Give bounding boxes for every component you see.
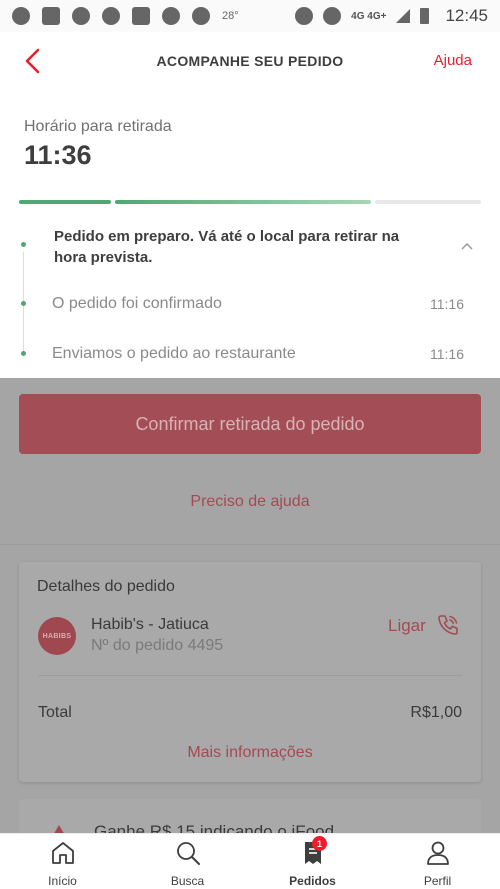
pickup-time-value: 11:36 [24,140,92,170]
call-restaurant-button[interactable]: Ligar [388,616,426,636]
chevron-up-icon[interactable] [461,242,473,250]
whatsapp-icon [12,7,30,25]
home-icon [51,842,74,864]
divider [38,675,462,676]
back-arrow-icon[interactable] [22,48,46,74]
timeline-step-text: Enviamos o pedido ao restaurante [52,345,296,362]
page-title: ACOMPANHE SEU PEDIDO [156,53,344,69]
nav-label: Início [48,874,77,888]
referral-promo-text: Ganhe R$ 15 indicando o iFood [94,822,335,833]
gallery-icon [102,7,120,25]
order-number: Nº do pedido 4495 [91,637,224,654]
progress-segment-pending [375,200,481,204]
nav-label: Busca [170,874,205,888]
signal-icon [396,9,411,23]
image-icon [132,7,150,25]
progress-segment-in-progress [115,200,371,204]
status-bar: 28° 4G 4G+ 12:45 [0,0,500,32]
nav-label: Perfil [423,874,452,888]
search-icon [176,842,200,865]
timeline-step-time: 11:16 [430,346,464,362]
network-text: 4G 4G+ [351,10,387,22]
alarm-icon [323,7,342,25]
messenger-icon [72,7,90,25]
yahoo-icon [162,7,180,25]
nav-item-perfil[interactable]: Perfil [375,834,500,889]
more-info-link[interactable]: Mais informações [0,744,500,762]
do-not-disturb-icon [295,7,314,25]
bottom-navigation: Início Busca 1 Pedidos Perfil [0,833,500,889]
nav-label: Pedidos [289,874,336,888]
divider [0,544,500,545]
phone-icon[interactable] [436,613,460,637]
timeline-dot [21,351,26,356]
current-status-text: Pedido em preparo. Vá até o local para r… [54,228,400,266]
order-progress-bar [19,200,481,204]
total-label: Total [38,704,72,721]
nav-item-inicio[interactable]: Início [0,834,125,889]
promo-icon [54,825,64,833]
nav-item-pedidos[interactable]: 1 Pedidos [250,834,375,889]
gesture-icon [192,7,210,25]
timeline-dot [21,242,26,247]
progress-segment-complete [19,200,111,204]
clock-text: 12:45 [445,6,488,25]
timeline-dot [21,301,26,306]
restaurant-logo: HABIBS [38,617,76,655]
mail-icon [42,7,60,25]
timeline-step-text: O pedido foi confirmado [52,295,222,312]
pickup-time-label: Horário para retirada [24,118,172,135]
confirm-pickup-button[interactable]: Confirmar retirada do pedido [19,394,481,454]
timeline-step-time: 11:16 [430,296,464,312]
help-link[interactable]: Ajuda [434,52,472,69]
orders-badge: 1 [312,836,327,851]
app-header: ACOMPANHE SEU PEDIDO Ajuda [0,32,500,90]
battery-icon [420,8,430,24]
dimmed-overlay-area: Confirmar retirada do pedido Preciso de … [0,378,500,833]
restaurant-name: Habib's - Jatiuca [91,616,209,633]
profile-icon [426,841,449,865]
order-details-title: Detalhes do pedido [37,578,175,595]
total-value: R$1,00 [410,704,462,721]
need-help-link[interactable]: Preciso de ajuda [0,493,500,511]
restaurant-logo-text: HABIBS [42,632,72,640]
nav-item-busca[interactable]: Busca [125,834,250,889]
temperature-text: 28° [222,10,239,22]
